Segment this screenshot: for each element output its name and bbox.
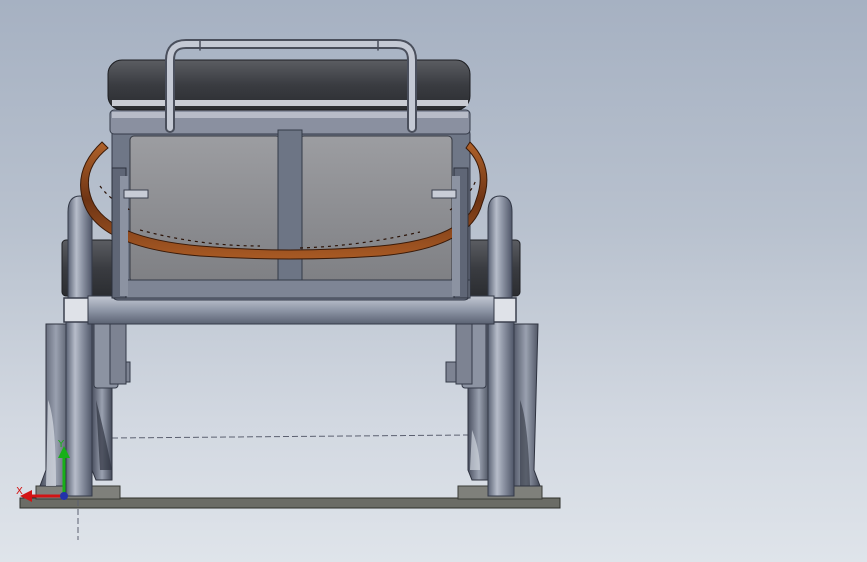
wheelchair-model-front-view[interactable] bbox=[0, 0, 867, 562]
y-axis-label: Y bbox=[58, 439, 65, 450]
base-plate bbox=[19, 485, 561, 509]
z-axis-dot bbox=[60, 492, 68, 500]
x-axis-label: X bbox=[16, 486, 23, 497]
seat-frame bbox=[87, 109, 495, 325]
construction-lines bbox=[77, 434, 469, 540]
cad-graphics-viewport[interactable]: X Y bbox=[0, 0, 867, 562]
reference-triad bbox=[20, 446, 70, 502]
